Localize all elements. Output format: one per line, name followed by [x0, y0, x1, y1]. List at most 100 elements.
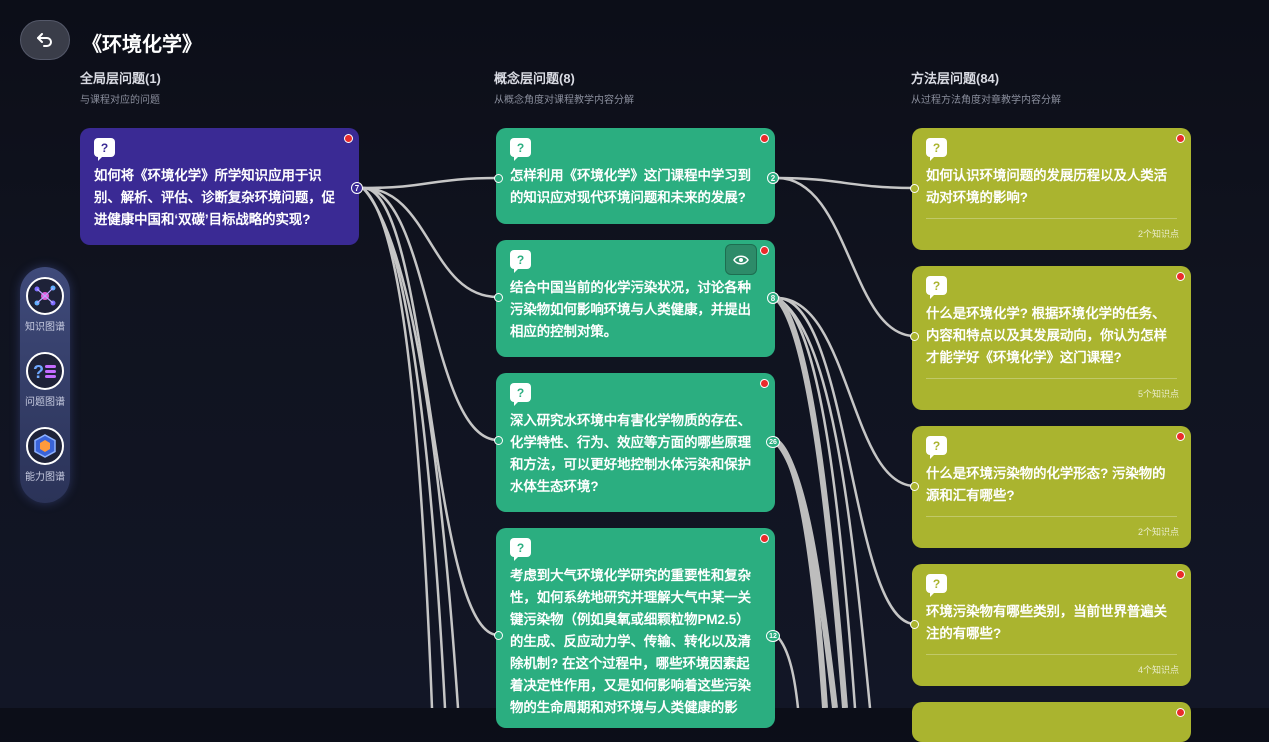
concept-question-card[interactable]: ? 深入研究水环境中有害化学物质的存在、化学特性、行为、效应等方面的哪些原理和方…: [496, 373, 775, 512]
graph-sidebar: 知识图谱 ? 问题图谱 能力图谱: [20, 267, 70, 503]
method-question-card[interactable]: [912, 702, 1191, 742]
divider: [926, 218, 1177, 219]
knowledge-graph-icon: [26, 277, 64, 315]
sidebar-item-knowledge-graph[interactable]: 知识图谱: [20, 277, 70, 333]
input-port: [910, 482, 919, 491]
question-icon: ?: [510, 538, 531, 561]
column-header-concept: 概念层问题(8) 从概念角度对课程教学内容分解: [494, 68, 634, 106]
question-text: 什么是环境污染物的化学形态? 污染物的源和汇有哪些?: [926, 466, 1166, 503]
input-port: [494, 174, 503, 183]
status-dot: [1176, 272, 1185, 281]
divider: [926, 378, 1177, 379]
question-text: 环境污染物有哪些类别，当前世界普遍关注的有哪些?: [926, 604, 1168, 641]
method-question-card[interactable]: ? 环境污染物有哪些类别，当前世界普遍关注的有哪些? 4个知识点: [912, 564, 1191, 686]
input-port: [494, 436, 503, 445]
link-global-down-2: [362, 187, 447, 708]
link-c2-m3: [776, 296, 916, 488]
child-count-badge[interactable]: 26: [766, 436, 780, 448]
input-port: [910, 184, 919, 193]
method-question-card[interactable]: ? 什么是环境化学? 根据环境化学的任务、内容和特点以及其发展动向，你认为怎样才…: [912, 266, 1191, 410]
status-dot: [760, 134, 769, 143]
link-c1-m2: [776, 176, 916, 338]
sidebar-item-label: 问题图谱: [25, 397, 65, 408]
question-icon: ?: [926, 138, 947, 161]
divider: [926, 654, 1177, 655]
question-icon: ?: [926, 436, 947, 459]
page-title: 《环境化学》: [82, 34, 202, 56]
column-subtitle: 从概念角度对课程教学内容分解: [494, 95, 634, 106]
eye-icon: [733, 255, 749, 264]
knowledge-point-count: 5个知识点: [1137, 389, 1179, 399]
global-question-card[interactable]: ? 如何将《环境化学》所学知识应用于识别、解析、评估、诊断复杂环境问题，促进健康…: [80, 128, 359, 245]
question-text: 结合中国当前的化学污染状况，讨论各种污染物如何影响环境与人类健康，并提出相应的控…: [510, 280, 752, 339]
status-dot: [1176, 570, 1185, 579]
question-icon: ?: [510, 250, 531, 273]
sidebar-item-label: 知识图谱: [25, 322, 65, 333]
link-global-concept-2: [362, 186, 499, 299]
link-global-down-3: [362, 187, 460, 708]
concept-question-card[interactable]: ? 考虑到大气环境化学研究的重要性和复杂性，如何系统地研究并理解大气中某一关键污…: [496, 528, 775, 728]
method-question-card[interactable]: ? 什么是环境污染物的化学形态? 污染物的源和汇有哪些? 2个知识点: [912, 426, 1191, 548]
question-icon: ?: [926, 276, 947, 299]
child-count-badge[interactable]: 8: [767, 292, 779, 304]
return-arrow-icon: [37, 33, 52, 47]
column-subtitle: 从过程方法角度对章教学内容分解: [911, 95, 1061, 106]
ability-graph-icon: [26, 427, 64, 465]
question-icon: ?: [926, 574, 947, 597]
question-text: 怎样利用《环境化学》这门课程中学习到的知识应对现代环境问题和未来的发展?: [510, 168, 752, 205]
question-icon: ?: [510, 383, 531, 406]
sidebar-item-ability-graph[interactable]: 能力图谱: [20, 427, 70, 483]
link-global-concept-1: [362, 176, 499, 190]
knowledge-point-count: 2个知识点: [1137, 527, 1179, 537]
input-port: [494, 293, 503, 302]
knowledge-point-count: 2个知识点: [1137, 229, 1179, 239]
link-global-concept-4: [362, 186, 499, 637]
method-question-card[interactable]: ? 如何认识环境问题的发展历程以及人类活动对环境的影响? 2个知识点: [912, 128, 1191, 250]
status-dot: [1176, 708, 1185, 717]
status-dot: [760, 379, 769, 388]
child-count-badge[interactable]: 7: [351, 182, 363, 194]
link-bundle-1: [774, 439, 828, 708]
link-global-concept-3: [362, 186, 499, 442]
divider: [926, 516, 1177, 517]
column-header-global: 全局层问题(1) 与课程对应的问题: [80, 68, 161, 106]
child-count-badge[interactable]: 12: [766, 630, 780, 642]
question-text: 如何认识环境问题的发展历程以及人类活动对环境的影响?: [926, 168, 1168, 205]
status-dot: [1176, 134, 1185, 143]
link-global-down-1: [362, 187, 434, 708]
column-title: 方法层问题(84): [911, 71, 1000, 86]
column-title: 概念层问题(8): [494, 71, 575, 86]
input-port: [910, 332, 919, 341]
child-count-badge[interactable]: 2: [767, 172, 779, 184]
view-button[interactable]: [725, 244, 757, 275]
link-bundle-2: [774, 439, 838, 708]
link-c2-m4: [776, 296, 916, 626]
column-title: 全局层问题(1): [80, 71, 161, 86]
knowledge-point-count: 4个知识点: [1137, 665, 1179, 675]
question-text: 如何将《环境化学》所学知识应用于识别、解析、评估、诊断复杂环境问题，促进健康中国…: [94, 168, 336, 227]
status-dot: [1176, 432, 1185, 441]
question-text: 考虑到大气环境化学研究的重要性和复杂性，如何系统地研究并理解大气中某一关键污染物…: [510, 568, 752, 715]
back-button[interactable]: [20, 20, 70, 60]
link-c1-m1: [776, 176, 916, 190]
question-icon: ?: [94, 138, 115, 161]
input-port: [494, 631, 503, 640]
link-c4-down: [776, 635, 800, 708]
status-dot: [344, 134, 353, 143]
svg-text:?: ?: [33, 362, 44, 382]
question-graph-icon: ?: [26, 352, 64, 390]
link-c2-down-2: [776, 296, 857, 708]
column-subtitle: 与课程对应的问题: [80, 95, 160, 106]
concept-question-card[interactable]: ? 结合中国当前的化学污染状况，讨论各种污染物如何影响环境与人类健康，并提出相应…: [496, 240, 775, 357]
question-text: 深入研究水环境中有害化学物质的存在、化学特性、行为、效应等方面的哪些原理和方法，…: [510, 413, 752, 494]
sidebar-item-label: 能力图谱: [25, 472, 65, 483]
status-dot: [760, 534, 769, 543]
column-header-method: 方法层问题(84) 从过程方法角度对章教学内容分解: [911, 68, 1061, 106]
question-icon: ?: [510, 138, 531, 161]
input-port: [910, 620, 919, 629]
question-text: 什么是环境化学? 根据环境化学的任务、内容和特点以及其发展动向，你认为怎样才能学…: [926, 306, 1168, 365]
sidebar-item-question-graph[interactable]: ? 问题图谱: [20, 352, 70, 408]
status-dot: [760, 246, 769, 255]
concept-question-card[interactable]: ? 怎样利用《环境化学》这门课程中学习到的知识应对现代环境问题和未来的发展?: [496, 128, 775, 224]
link-bundle-3: [774, 295, 848, 708]
